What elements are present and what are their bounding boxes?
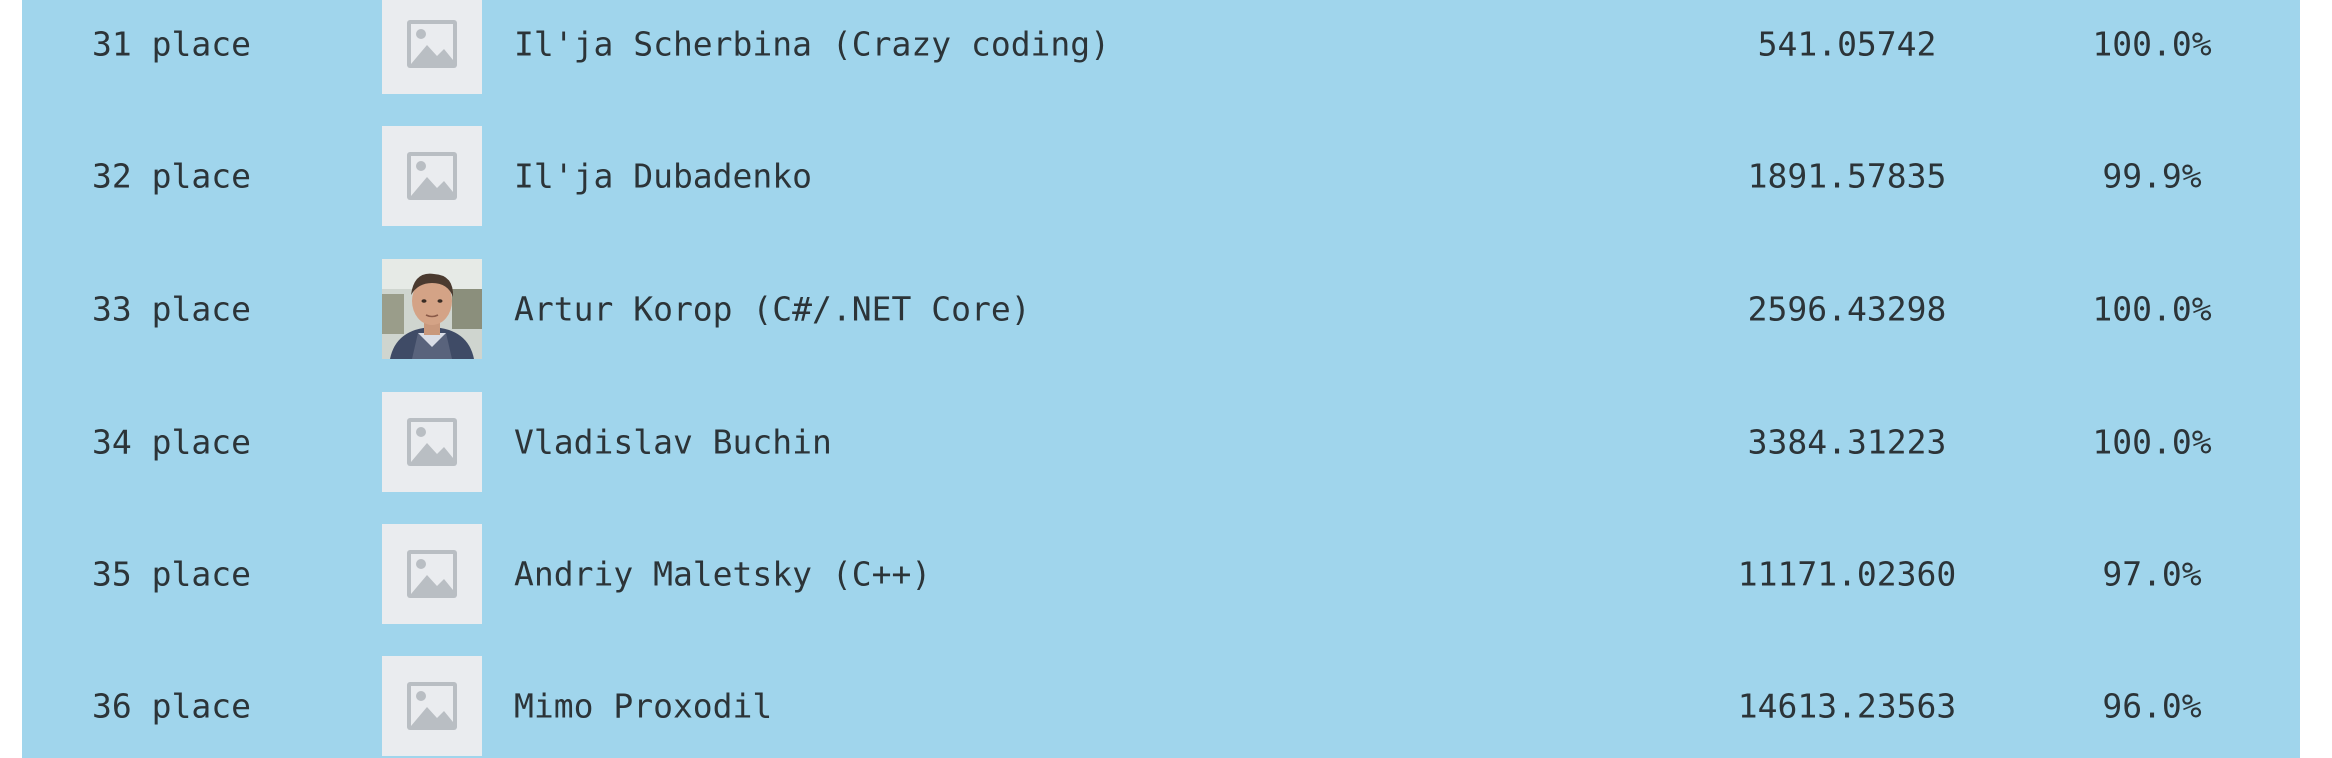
place-label: 33 place: [92, 289, 251, 329]
percent-value: 96.0%: [2102, 686, 2202, 726]
place-label: 36 place: [92, 686, 251, 726]
leaderboard-row: 32 place Il'ja Dubadenko 1891.57835 99.9…: [22, 126, 2300, 226]
place-label: 34 place: [92, 422, 251, 462]
player-name: Il'ja Dubadenko: [514, 156, 813, 196]
place-label: 35 place: [92, 554, 251, 594]
score-value: 1891.57835: [1747, 156, 1947, 196]
player-name: Andriy Maletsky (C++): [514, 554, 932, 594]
placeholder-image-icon: [382, 0, 482, 94]
leaderboard-panel: 31 place Il'ja Scherbina (Crazy coding) …: [22, 0, 2300, 758]
placeholder-image-icon: [382, 524, 482, 624]
leaderboard-row: 36 place Mimo Proxodil 14613.23563 96.0%: [22, 656, 2300, 756]
place-label: 31 place: [92, 24, 251, 64]
leaderboard-row: 33 place Artur Korop (C#/.NET Core) 2596…: [22, 259, 2300, 359]
percent-value: 99.9%: [2102, 156, 2202, 196]
leaderboard-row: 31 place Il'ja Scherbina (Crazy coding) …: [22, 0, 2300, 94]
placeholder-image-icon: [382, 392, 482, 492]
leaderboard-row: 34 place Vladislav Buchin 3384.31223 100…: [22, 392, 2300, 492]
score-value: 11171.02360: [1737, 554, 1957, 594]
score-value: 14613.23563: [1737, 686, 1957, 726]
player-name: Mimo Proxodil: [514, 686, 773, 726]
leaderboard-row: 35 place Andriy Maletsky (C++) 11171.023…: [22, 524, 2300, 624]
player-name: Artur Korop (C#/.NET Core): [514, 289, 1031, 329]
player-name: Il'ja Scherbina (Crazy coding): [514, 24, 1111, 64]
score-value: 3384.31223: [1747, 422, 1947, 462]
percent-value: 97.0%: [2102, 554, 2202, 594]
score-value: 2596.43298: [1747, 289, 1947, 329]
percent-value: 100.0%: [2092, 289, 2212, 329]
score-value: 541.05742: [1757, 24, 1937, 64]
placeholder-image-icon: [382, 656, 482, 756]
percent-value: 100.0%: [2092, 422, 2212, 462]
placeholder-image-icon: [382, 126, 482, 226]
place-label: 32 place: [92, 156, 251, 196]
player-name: Vladislav Buchin: [514, 422, 832, 462]
percent-value: 100.0%: [2092, 24, 2212, 64]
user-photo-avatar: [382, 259, 482, 359]
